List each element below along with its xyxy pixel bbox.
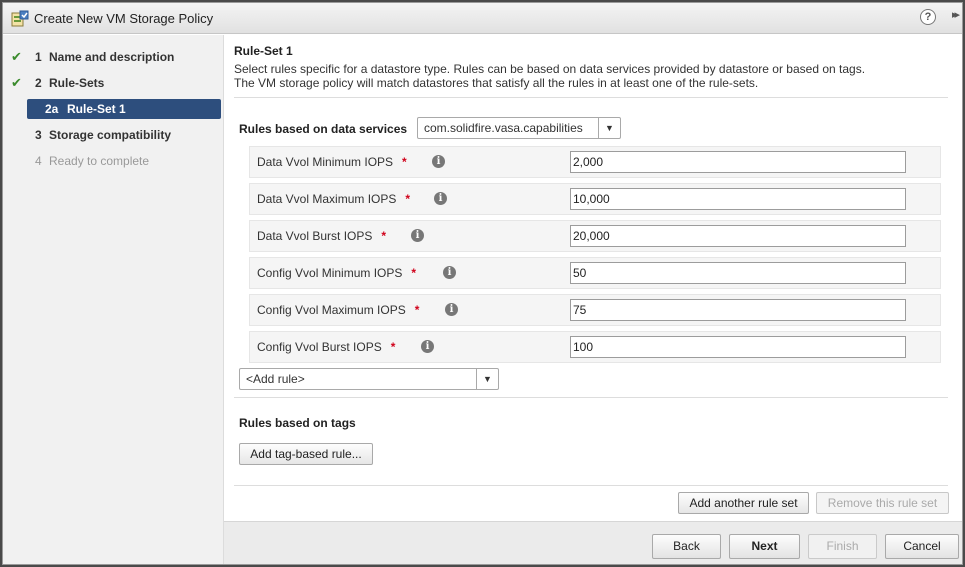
step-label: Storage compatibility	[49, 128, 172, 142]
info-icon[interactable]: i	[432, 155, 445, 168]
check-icon: ✔	[11, 75, 22, 90]
next-button[interactable]: Next	[729, 534, 800, 559]
step-name-and-description[interactable]: ✔ 1 Name and description	[3, 47, 224, 67]
required-marker: *	[405, 192, 411, 206]
description-line: Select rules specific for a datastore ty…	[234, 62, 866, 76]
rule-value-input[interactable]: 20,000	[570, 225, 906, 247]
step-number: 1	[35, 50, 42, 64]
rule-value-input[interactable]: 10,000	[570, 188, 906, 210]
rule-label: Data Vvol Maximum IOPS *	[257, 192, 411, 206]
wizard-steps-sidebar: ✔ 1 Name and description ✔ 2 Rule-Sets 2…	[3, 35, 224, 564]
dialog-titlebar: Create New VM Storage Policy ? ▸▸	[3, 3, 962, 34]
info-icon[interactable]: i	[445, 303, 458, 316]
rule-value-input[interactable]: 75	[570, 299, 906, 321]
tags-label: Rules based on tags	[239, 416, 356, 430]
rule-set-title: Rule-Set 1	[234, 44, 293, 58]
rule-label: Config Vvol Maximum IOPS *	[257, 303, 420, 317]
step-number: 2	[35, 76, 42, 90]
finish-button: Finish	[808, 534, 877, 559]
step-rule-sets[interactable]: ✔ 2 Rule-Sets	[3, 73, 224, 93]
required-marker: *	[411, 266, 417, 280]
required-marker: *	[390, 340, 396, 354]
required-marker: *	[381, 229, 387, 243]
create-vm-storage-policy-dialog: Create New VM Storage Policy ? ▸▸ ✔ 1 Na…	[2, 2, 963, 565]
step-label: Rule-Set 1	[67, 102, 126, 116]
divider	[234, 485, 948, 486]
rule-row-config-vvol-max-iops: Config Vvol Maximum IOPS * i 75	[249, 294, 941, 326]
info-icon[interactable]: i	[434, 192, 447, 205]
add-rule-select[interactable]: <Add rule> ▼	[239, 368, 499, 390]
rule-value-input[interactable]: 50	[570, 262, 906, 284]
rule-row-config-vvol-burst-iops: Config Vvol Burst IOPS * i 100	[249, 331, 941, 363]
provider-select[interactable]: com.solidfire.vasa.capabilities ▼	[417, 117, 621, 139]
expand-icon[interactable]: ▸▸	[952, 8, 960, 21]
step-ready-to-complete: 4 Ready to complete	[3, 151, 224, 171]
help-icon[interactable]: ?	[920, 9, 936, 25]
info-icon[interactable]: i	[411, 229, 424, 242]
rule-value-input[interactable]: 100	[570, 336, 906, 358]
add-rule-select-value: <Add rule>	[246, 372, 305, 386]
step-label: Ready to complete	[49, 154, 150, 168]
dialog-title: Create New VM Storage Policy	[34, 11, 214, 26]
chevron-down-icon: ▼	[476, 369, 498, 389]
provider-select-value: com.solidfire.vasa.capabilities	[424, 121, 583, 135]
rule-label: Config Vvol Minimum IOPS *	[257, 266, 417, 280]
data-services-label: Rules based on data services	[239, 122, 408, 136]
rule-label: Config Vvol Burst IOPS *	[257, 340, 396, 354]
cancel-button[interactable]: Cancel	[885, 534, 959, 559]
step-label: Name and description	[49, 50, 175, 64]
rule-set-panel: Rule-Set 1 Select rules specific for a d…	[234, 35, 950, 521]
wizard-footer: Back Next Finish Cancel	[224, 521, 962, 564]
rule-row-data-vvol-max-iops: Data Vvol Maximum IOPS * i 10,000	[249, 183, 941, 215]
info-icon[interactable]: i	[443, 266, 456, 279]
back-button[interactable]: Back	[652, 534, 721, 559]
divider	[234, 397, 948, 398]
add-tag-based-rule-button[interactable]: Add tag-based rule...	[239, 443, 373, 465]
step-label: Rule-Sets	[49, 76, 105, 90]
rule-row-data-vvol-burst-iops: Data Vvol Burst IOPS * i 20,000	[249, 220, 941, 252]
divider	[234, 97, 948, 98]
step-number: 2a	[45, 102, 59, 116]
rule-row-data-vvol-min-iops: Data Vvol Minimum IOPS * i 2,000	[249, 146, 941, 178]
step-number: 4	[35, 154, 42, 168]
info-icon[interactable]: i	[421, 340, 434, 353]
rule-value-input[interactable]: 2,000	[570, 151, 906, 173]
rule-label: Data Vvol Burst IOPS *	[257, 229, 387, 243]
remove-rule-set-button: Remove this rule set	[816, 492, 949, 514]
step-rule-set-1[interactable]: 2a Rule-Set 1	[27, 99, 221, 119]
check-icon: ✔	[11, 49, 22, 64]
rule-label: Data Vvol Minimum IOPS *	[257, 155, 407, 169]
description-line: The VM storage policy will match datasto…	[234, 76, 759, 90]
step-number: 3	[35, 128, 42, 142]
rule-set-description: Select rules specific for a datastore ty…	[234, 62, 950, 90]
rule-row-config-vvol-min-iops: Config Vvol Minimum IOPS * i 50	[249, 257, 941, 289]
required-marker: *	[402, 155, 407, 169]
step-storage-compatibility[interactable]: 3 Storage compatibility	[3, 125, 224, 145]
chevron-down-icon: ▼	[598, 118, 620, 138]
add-another-rule-set-button[interactable]: Add another rule set	[678, 492, 809, 514]
storage-policy-icon	[11, 10, 29, 27]
required-marker: *	[414, 303, 420, 317]
